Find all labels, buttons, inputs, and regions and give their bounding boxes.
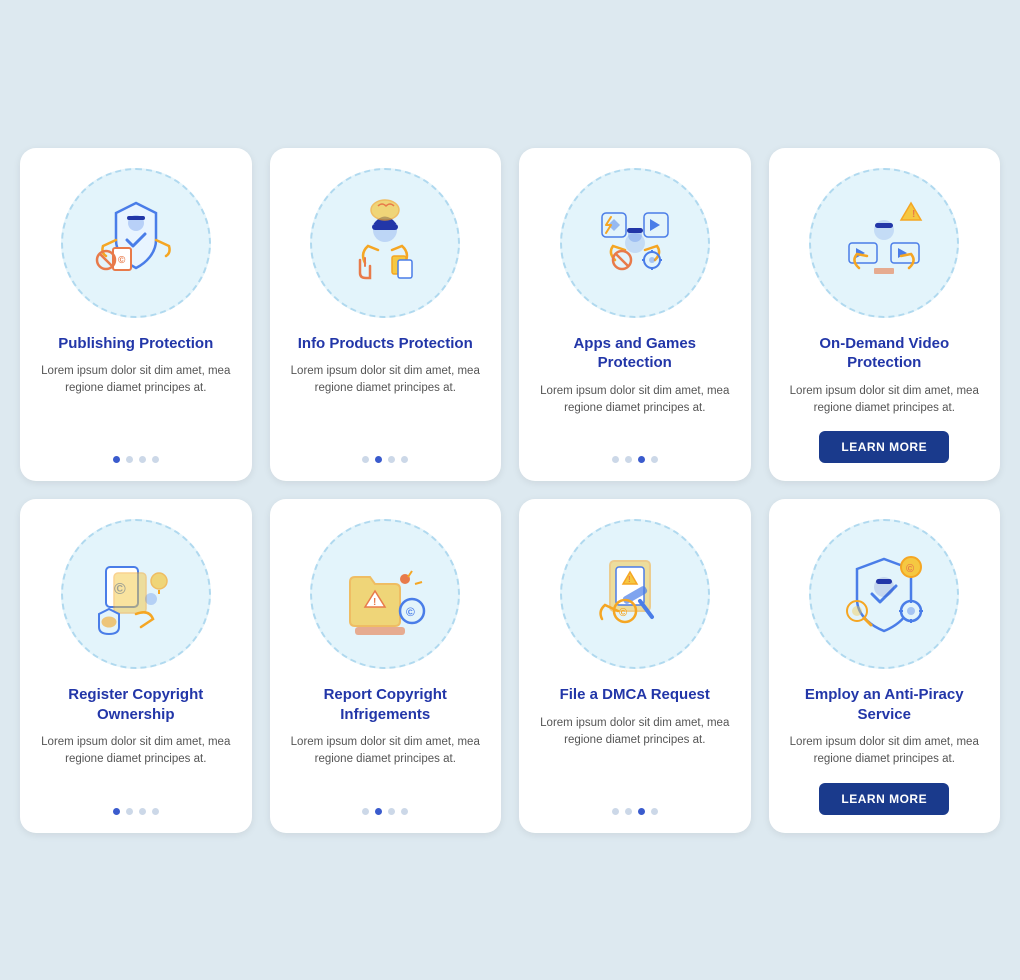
pagination-dots <box>113 808 159 815</box>
svg-text:©: © <box>906 563 914 575</box>
dot-3 <box>388 456 395 463</box>
pagination-dots <box>362 456 408 463</box>
dot-1 <box>362 456 369 463</box>
card-title: Report Copyright Infrigements <box>286 685 486 724</box>
card-info-products-protection: Info Products Protection Lorem ipsum dol… <box>270 148 502 482</box>
dot-2 <box>375 456 382 463</box>
dot-4 <box>152 456 159 463</box>
dot-3 <box>638 456 645 463</box>
learn-more-button-1[interactable]: LEARN MORE <box>819 431 949 463</box>
card-text: Lorem ipsum dolor sit dim amet, mea regi… <box>535 383 735 443</box>
card-anti-piracy: © Employ an Anti-Piracy Service Lorem ip… <box>769 499 1001 833</box>
card-register-copyright: © Register Copyright Ownership Lorem ips… <box>20 499 252 833</box>
dot-2 <box>126 808 133 815</box>
svg-text:!: ! <box>373 597 376 608</box>
pagination-dots <box>612 808 658 815</box>
card-text: Lorem ipsum dolor sit dim amet, mea regi… <box>535 715 735 794</box>
card-title: File a DMCA Request <box>560 685 710 705</box>
icon-info-products <box>310 168 460 318</box>
svg-text:©: © <box>619 607 627 619</box>
card-text: Lorem ipsum dolor sit dim amet, mea regi… <box>785 734 985 769</box>
svg-text:!: ! <box>912 209 915 220</box>
dot-4 <box>651 808 658 815</box>
card-title: Info Products Protection <box>298 334 473 354</box>
card-text: Lorem ipsum dolor sit dim amet, mea regi… <box>36 363 236 442</box>
dot-2 <box>375 808 382 815</box>
dot-1 <box>612 808 619 815</box>
icon-report-copyright: ! © <box>310 519 460 669</box>
dot-3 <box>139 456 146 463</box>
icon-apps-games <box>560 168 710 318</box>
pagination-dots <box>113 456 159 463</box>
svg-text:!: ! <box>628 575 631 584</box>
card-text: Lorem ipsum dolor sit dim amet, mea regi… <box>785 383 985 418</box>
card-title: Apps and Games Protection <box>535 334 735 373</box>
icon-anti-piracy: © <box>809 519 959 669</box>
pagination-dots <box>612 456 658 463</box>
card-title: Register Copyright Ownership <box>36 685 236 724</box>
card-text: Lorem ipsum dolor sit dim amet, mea regi… <box>286 734 486 794</box>
dot-4 <box>401 456 408 463</box>
svg-text:©: © <box>406 605 415 619</box>
svg-text:©: © <box>118 255 126 266</box>
dot-2 <box>625 456 632 463</box>
dot-4 <box>651 456 658 463</box>
card-file-dmca: ! © File a DMCA Request Lorem ipsum dolo… <box>519 499 751 833</box>
card-title: On-Demand Video Protection <box>785 334 985 373</box>
icon-register-copyright: © <box>61 519 211 669</box>
dot-3 <box>139 808 146 815</box>
card-text: Lorem ipsum dolor sit dim amet, mea regi… <box>286 363 486 442</box>
dot-1 <box>612 456 619 463</box>
cards-grid: © Publishing Protection Lorem ipsum dolo… <box>20 148 1000 833</box>
icon-publishing-protection: © <box>61 168 211 318</box>
dot-3 <box>388 808 395 815</box>
dot-3 <box>638 808 645 815</box>
dot-2 <box>625 808 632 815</box>
dot-1 <box>113 808 120 815</box>
dot-4 <box>152 808 159 815</box>
card-publishing-protection: © Publishing Protection Lorem ipsum dolo… <box>20 148 252 482</box>
learn-more-button-2[interactable]: LEARN MORE <box>819 783 949 815</box>
icon-on-demand: ! <box>809 168 959 318</box>
dot-4 <box>401 808 408 815</box>
pagination-dots <box>362 808 408 815</box>
dot-1 <box>362 808 369 815</box>
card-report-copyright: ! © Report Copyright Infrigements Lorem … <box>270 499 502 833</box>
card-apps-games-protection: Apps and Games Protection Lorem ipsum do… <box>519 148 751 482</box>
card-title: Publishing Protection <box>58 334 213 354</box>
card-text: Lorem ipsum dolor sit dim amet, mea regi… <box>36 734 236 794</box>
card-on-demand-video: ! On-Demand Video Protection Lorem ipsum… <box>769 148 1001 482</box>
card-title: Employ an Anti-Piracy Service <box>785 685 985 724</box>
dot-2 <box>126 456 133 463</box>
icon-dmca: ! © <box>560 519 710 669</box>
dot-1 <box>113 456 120 463</box>
